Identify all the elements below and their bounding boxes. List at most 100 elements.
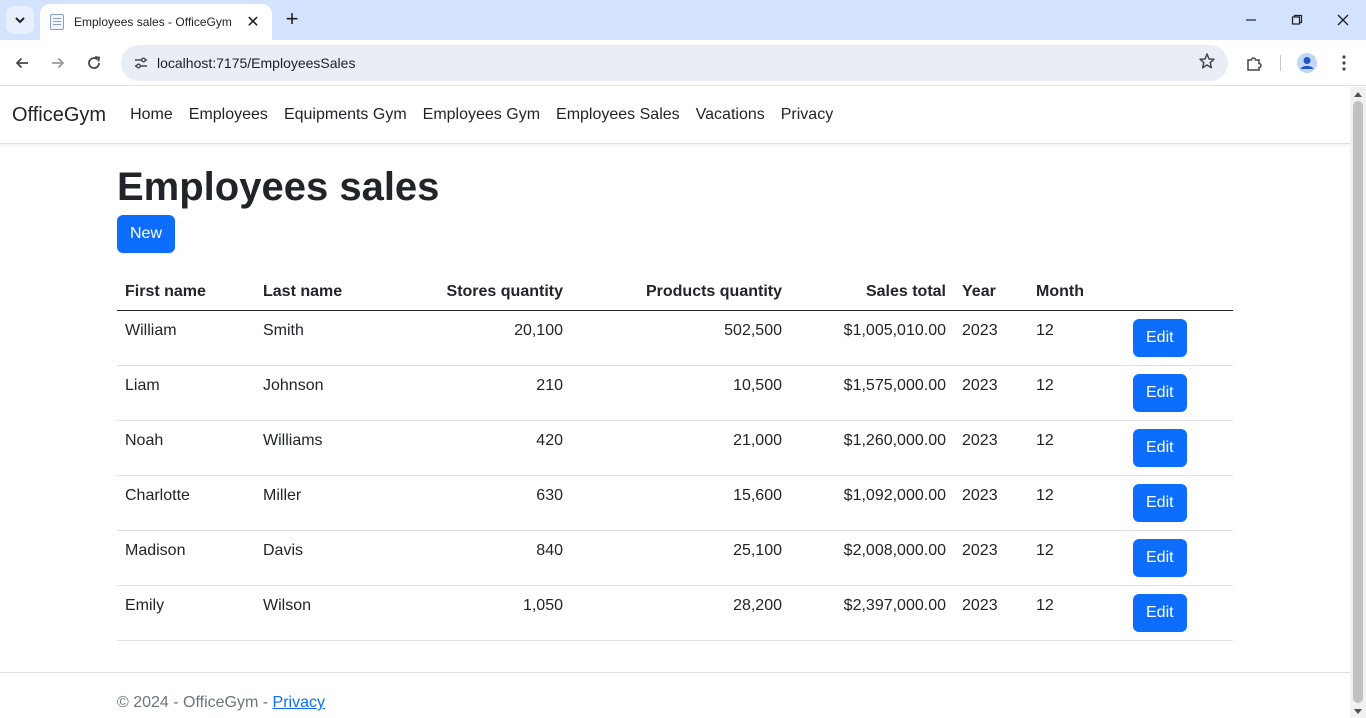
table-row: Charlotte Miller 630 15,600 $1,092,000.00 202… (117, 475, 1233, 531)
cell-year: 2023 (954, 365, 1028, 421)
main-container: Employees sales New First name Last name… (117, 144, 1233, 641)
footer-text: © 2024 - OfficeGym - Privacy (117, 694, 325, 712)
browser-tab-active[interactable]: Employees sales - OfficeGym ✕ (40, 4, 272, 40)
header-stores-quantity: Stores quantity (393, 273, 571, 311)
cell-actions: Edit (1122, 585, 1233, 641)
cell-products-quantity: 21,000 (571, 420, 790, 476)
cell-sales-total: $2,397,000.00 (790, 585, 954, 641)
navbar-brand[interactable]: OfficeGym (12, 104, 106, 127)
footer-privacy-link[interactable]: Privacy (273, 694, 325, 711)
cell-sales-total: $1,260,000.00 (790, 420, 954, 476)
page-viewport: OfficeGym Home Employees Equipments Gym … (0, 87, 1350, 718)
cell-last-name: Davis (255, 530, 393, 586)
scrollbar-thumb[interactable] (1353, 101, 1363, 703)
nav-link-vacations[interactable]: Vacations (688, 106, 773, 124)
forward-button[interactable] (44, 49, 72, 77)
avatar-icon (1297, 53, 1317, 73)
cell-stores-quantity: 630 (393, 475, 571, 531)
cell-year: 2023 (954, 310, 1028, 366)
back-button[interactable] (8, 49, 36, 77)
cell-actions: Edit (1122, 365, 1233, 421)
reload-button[interactable] (80, 49, 108, 77)
minimize-button[interactable] (1228, 0, 1274, 40)
new-tab-button[interactable]: + (280, 8, 304, 32)
new-sale-button[interactable]: New (117, 215, 176, 253)
cell-year: 2023 (954, 475, 1028, 531)
table-row: Noah Williams 420 21,000 $1,260,000.00 2023 12… (117, 420, 1233, 476)
cell-sales-total: $1,575,000.00 (790, 365, 954, 421)
scroll-up-arrow-icon[interactable] (1354, 92, 1362, 97)
nav-link-employees[interactable]: Employees (181, 106, 276, 124)
header-year: Year (954, 273, 1028, 311)
cell-stores-quantity: 1,050 (393, 585, 571, 641)
cell-month: 12 (1028, 585, 1122, 641)
header-actions (1122, 273, 1233, 311)
nav-link-privacy[interactable]: Privacy (773, 106, 841, 124)
site-navbar: OfficeGym Home Employees Equipments Gym … (0, 87, 1350, 144)
url-text[interactable]: localhost:7175/EmployeesSales (157, 55, 355, 71)
more-vertical-icon (1342, 55, 1346, 71)
puzzle-icon (1247, 57, 1262, 71)
nav-link-employees-gym[interactable]: Employees Gym (415, 106, 548, 124)
cell-stores-quantity: 840 (393, 530, 571, 586)
cell-stores-quantity: 210 (393, 365, 571, 421)
page-footer: © 2024 - OfficeGym - Privacy (0, 672, 1350, 718)
reload-icon (88, 56, 101, 69)
cell-first-name: Madison (117, 530, 255, 586)
profile-button[interactable] (1293, 49, 1321, 77)
table-body: William Smith 20,100 502,500 $1,005,010.00 20… (117, 310, 1233, 641)
nav-link-home[interactable]: Home (122, 106, 181, 124)
table-header-row: First name Last name Stores quantity Pro… (117, 273, 1233, 311)
cell-last-name: Williams (255, 420, 393, 476)
arrow-right-icon (52, 57, 65, 69)
edit-button[interactable]: Edit (1133, 373, 1187, 412)
edit-button[interactable]: Edit (1133, 538, 1187, 577)
bookmark-star-icon[interactable] (1198, 52, 1216, 75)
edit-button[interactable]: Edit (1133, 483, 1187, 522)
restore-button[interactable] (1274, 0, 1320, 40)
nav-link-employees-sales[interactable]: Employees Sales (548, 106, 688, 124)
edit-button[interactable]: Edit (1133, 428, 1187, 467)
nav-link-equipments-gym[interactable]: Equipments Gym (276, 106, 415, 124)
cell-last-name: Johnson (255, 365, 393, 421)
extensions-button[interactable] (1240, 49, 1268, 77)
page-title: Employees sales (117, 165, 440, 209)
cell-sales-total: $2,008,000.00 (790, 530, 954, 586)
table-row: William Smith 20,100 502,500 $1,005,010.00 20… (117, 310, 1233, 366)
cell-products-quantity: 15,600 (571, 475, 790, 531)
address-bar[interactable]: localhost:7175/EmployeesSales (121, 45, 1228, 81)
cell-stores-quantity: 420 (393, 420, 571, 476)
copyright-text: © 2024 - OfficeGym - (117, 694, 273, 711)
arrow-left-icon (15, 57, 28, 69)
cell-last-name: Wilson (255, 585, 393, 641)
close-icon (1337, 14, 1349, 26)
toolbar-divider (1280, 55, 1281, 71)
cell-month: 12 (1028, 530, 1122, 586)
cell-products-quantity: 28,200 (571, 585, 790, 641)
cell-stores-quantity: 20,100 (393, 310, 571, 366)
cell-month: 12 (1028, 310, 1122, 366)
browser-toolbar: localhost:7175/EmployeesSales (0, 40, 1366, 86)
chevron-down-icon (15, 17, 25, 24)
cell-actions: Edit (1122, 420, 1233, 476)
close-window-button[interactable] (1320, 0, 1366, 40)
cell-sales-total: $1,092,000.00 (790, 475, 954, 531)
cell-last-name: Miller (255, 475, 393, 531)
table-row: Emily Wilson 1,050 28,200 $2,397,000.00 2023 1… (117, 585, 1233, 641)
header-first-name: First name (117, 273, 255, 311)
cell-actions: Edit (1122, 530, 1233, 586)
site-info-icon[interactable] (131, 53, 151, 73)
browser-menu-button[interactable] (1330, 49, 1358, 77)
scroll-down-arrow-icon[interactable] (1354, 709, 1362, 714)
cell-products-quantity: 10,500 (571, 365, 790, 421)
cell-last-name: Smith (255, 310, 393, 366)
page-favicon-icon (50, 14, 64, 30)
edit-button[interactable]: Edit (1133, 318, 1187, 357)
cell-month: 12 (1028, 420, 1122, 476)
tab-close-icon[interactable]: ✕ (244, 12, 262, 32)
vertical-scrollbar[interactable] (1350, 87, 1366, 718)
edit-button[interactable]: Edit (1133, 593, 1187, 632)
cell-actions: Edit (1122, 310, 1233, 366)
tab-search-button[interactable] (6, 6, 34, 34)
cell-first-name: Charlotte (117, 475, 255, 531)
